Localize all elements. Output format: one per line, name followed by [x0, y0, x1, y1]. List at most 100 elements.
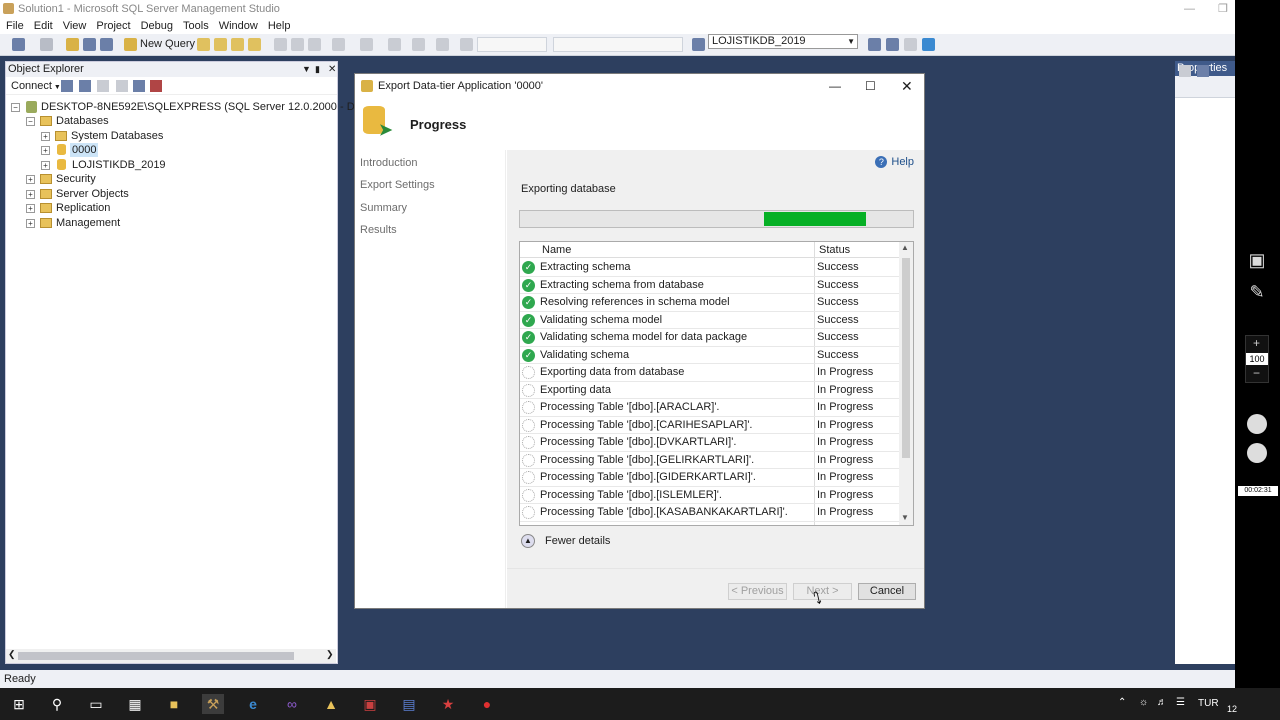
table-row[interactable]: Processing Table '[dbo].[KASABANKAKARTLA… [520, 504, 900, 522]
scroll-down-icon[interactable]: ▼ [901, 513, 909, 522]
scroll-right-icon[interactable]: ❯ [326, 649, 334, 660]
copy-icon[interactable] [291, 38, 304, 51]
solution-config-dropdown[interactable] [477, 37, 547, 52]
fewer-details-toggle[interactable]: ▲ Fewer details [521, 534, 610, 549]
collapse-icon[interactable]: − [26, 117, 35, 126]
app-icon[interactable]: ▲ [320, 694, 342, 714]
object-explorer-hscroll[interactable]: ❮ ❯ [6, 649, 336, 663]
table-row[interactable]: ✓ Extracting schema Success [520, 259, 900, 277]
pen-icon[interactable]: ✎ [1246, 282, 1268, 303]
categorized-icon[interactable] [1179, 65, 1191, 77]
connect-object-icon[interactable] [61, 80, 73, 92]
add-item-icon[interactable] [40, 38, 53, 51]
save-icon[interactable] [83, 38, 96, 51]
execute-icon[interactable] [460, 38, 473, 51]
browser-icon[interactable]: ● [476, 694, 498, 714]
dialog-maximize-icon[interactable]: ☐ [865, 74, 876, 98]
ssms-taskbar-icon[interactable]: ⚒ [202, 694, 224, 714]
volume-icon[interactable]: ♬ [1157, 697, 1167, 708]
file-explorer-icon[interactable]: ■ [163, 694, 185, 714]
debug-icon[interactable] [868, 38, 881, 51]
grid-scroll-thumb[interactable] [902, 258, 910, 458]
menu-view[interactable]: View [59, 18, 91, 34]
nav-results[interactable]: Results [360, 224, 397, 236]
dialog-minimize-icon[interactable]: — [829, 74, 841, 98]
new-query-button[interactable]: New Query [140, 38, 195, 51]
chevron-down-icon[interactable]: ▼ [52, 84, 61, 91]
yandex-icon[interactable]: ★ [437, 694, 459, 714]
dialog-close-icon[interactable]: ✕ [901, 74, 913, 98]
edge-icon[interactable]: e [242, 694, 264, 714]
open-file-icon[interactable] [66, 38, 79, 51]
menu-tools[interactable]: Tools [179, 18, 213, 34]
paste-icon[interactable] [308, 38, 321, 51]
nav-summary[interactable]: Summary [360, 202, 407, 214]
network-icon[interactable]: ☼ [1139, 697, 1148, 708]
menu-debug[interactable]: Debug [137, 18, 177, 34]
table-row[interactable]: ✓ Validating schema model for data packag… [520, 329, 900, 347]
nav-introduction[interactable]: Introduction [360, 157, 417, 169]
redo-icon[interactable] [360, 38, 373, 51]
nav-export-settings[interactable]: Export Settings [360, 179, 435, 191]
grid-scrollbar[interactable]: ▲ ▼ [899, 242, 913, 525]
save-all-icon[interactable] [100, 38, 113, 51]
expand-icon[interactable]: + [26, 219, 35, 228]
column-name[interactable]: Name [542, 244, 571, 256]
filter-icon[interactable] [116, 80, 128, 92]
search-icon[interactable]: ⚲ [46, 694, 68, 714]
tools-icon[interactable] [904, 38, 917, 51]
show-hidden-icons[interactable]: ⌃ [1118, 697, 1126, 708]
undo-icon[interactable] [332, 38, 345, 51]
minimize-icon[interactable]: — [1184, 0, 1195, 18]
scroll-thumb[interactable] [18, 652, 294, 660]
expand-icon[interactable]: + [26, 175, 35, 184]
connect-button[interactable]: Connect [11, 80, 52, 92]
find-icon[interactable] [436, 38, 449, 51]
table-row[interactable]: ✓ Resolving references in schema model Suc… [520, 294, 900, 312]
connect-icon[interactable] [692, 38, 705, 51]
expand-icon[interactable]: + [26, 190, 35, 199]
cut-icon[interactable] [274, 38, 287, 51]
media-icon[interactable]: ▣ [359, 694, 381, 714]
clock[interactable]: 12 [1227, 704, 1237, 714]
expand-icon[interactable]: + [41, 132, 50, 141]
scroll-up-icon[interactable]: ▲ [901, 243, 909, 252]
table-row[interactable]: Processing Table '[dbo].[GELIRKARTLARI]'… [520, 452, 900, 469]
xmla-query-icon[interactable] [231, 38, 244, 51]
store-icon[interactable]: ▦ [124, 694, 146, 714]
table-row[interactable]: ✓ Validating schema Success [520, 347, 900, 364]
table-row[interactable]: Processing Table '[dbo].[ISLEMLER]'. In P… [520, 487, 900, 504]
table-row[interactable]: Processing Table '[dbo].[ARACLAR]'. In Pr… [520, 399, 900, 417]
camera-icon[interactable]: ▣ [1246, 250, 1268, 271]
disconnect-icon[interactable] [79, 80, 91, 92]
menu-project[interactable]: Project [92, 18, 134, 34]
navigate-icon[interactable] [388, 38, 401, 51]
restore-icon[interactable]: ❐ [1218, 0, 1228, 18]
table-row[interactable]: Processing Table '[dbo].[DVKARTLARI]'. In… [520, 434, 900, 452]
visual-studio-icon[interactable]: ∞ [281, 694, 303, 714]
column-status[interactable]: Status [819, 244, 850, 256]
table-row[interactable]: Processing Table '[dbo].[CARIHESAPLAR]'.… [520, 417, 900, 434]
activity-monitor-icon[interactable] [150, 80, 162, 92]
previous-button[interactable]: < Previous [728, 583, 787, 600]
next-button[interactable]: Next > [793, 583, 852, 600]
available-databases-dropdown[interactable]: LOJISTIKDB_2019 ▼ [708, 34, 858, 49]
scroll-left-icon[interactable]: ❮ [8, 649, 16, 660]
solution-platform-dropdown[interactable] [553, 37, 683, 52]
task-view-icon[interactable]: ▭ [85, 694, 107, 714]
close-icon[interactable]: ✕ [328, 62, 336, 77]
new-query-icon[interactable] [124, 38, 137, 51]
help-link[interactable]: ? Help [875, 156, 914, 168]
menu-file[interactable]: File [2, 18, 28, 34]
pause-icon[interactable] [1247, 414, 1267, 434]
pin-icon[interactable]: ▮ [315, 62, 320, 77]
mdx-query-icon[interactable] [197, 38, 210, 51]
alphabetical-icon[interactable] [1197, 65, 1209, 77]
expand-icon[interactable]: + [41, 146, 50, 155]
windows-start-icon[interactable]: ⊞ [8, 694, 30, 714]
table-row[interactable]: ✓ Validating schema model Success [520, 312, 900, 329]
table-row[interactable]: Processing Table '[dbo].[GIDERKARTLARI]'… [520, 469, 900, 487]
cancel-button[interactable]: Cancel [858, 583, 916, 600]
notifications-icon[interactable]: ☰ [1176, 697, 1185, 708]
table-row[interactable]: Exporting data from database In Progress [520, 364, 900, 382]
